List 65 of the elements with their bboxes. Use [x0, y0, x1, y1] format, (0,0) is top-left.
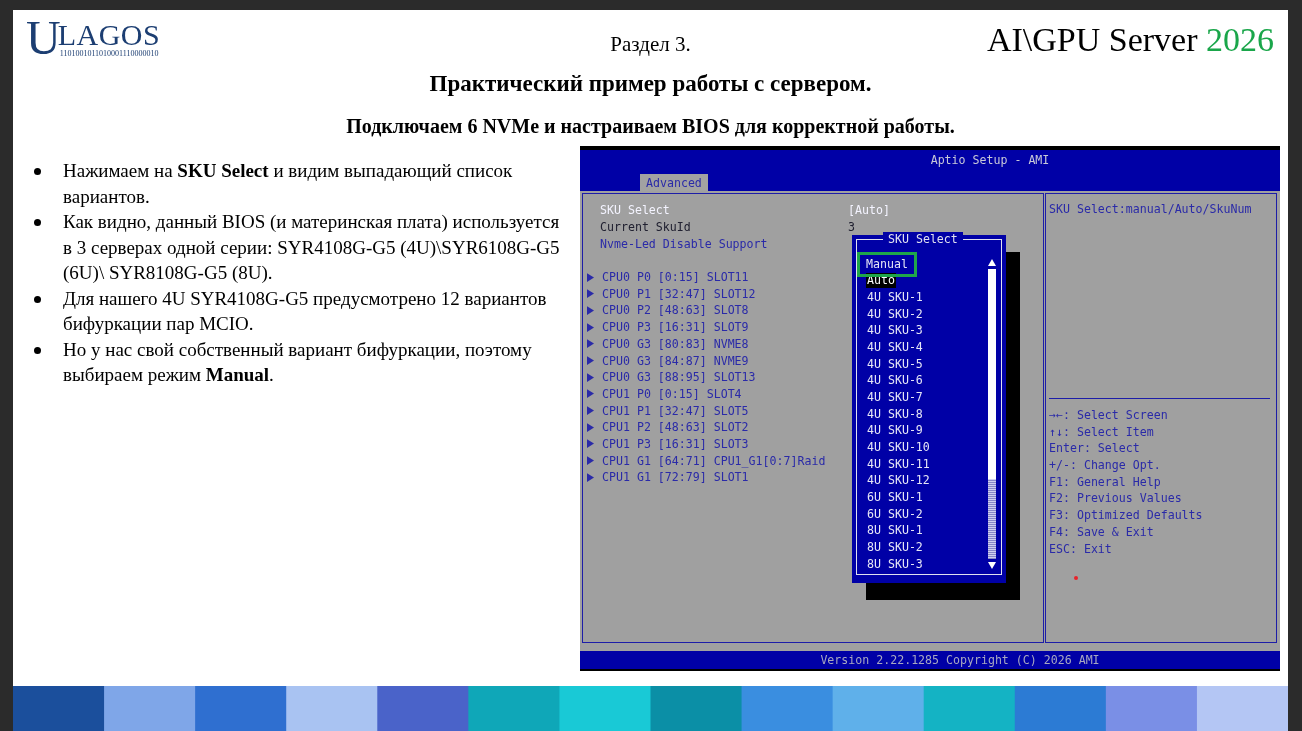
- dropdown-option[interactable]: 4U SKU-11: [866, 456, 931, 472]
- dropdown-option[interactable]: 4U SKU-4: [866, 340, 924, 356]
- dot-mark: [1074, 576, 1078, 580]
- dropdown-option[interactable]: Manual: [857, 251, 917, 277]
- bullet-icon: [34, 346, 41, 354]
- key-hint: →←: Select Screen: [1049, 407, 1169, 424]
- key-hint: F1: General Help: [1049, 473, 1162, 491]
- scrollbar[interactable]: [988, 258, 996, 570]
- menu-item[interactable]: CPU0 P2 [48:63] SLOT8: [602, 303, 850, 318]
- dropdown-option[interactable]: 4U SKU-10: [866, 440, 931, 456]
- setting-value: 3: [848, 220, 855, 235]
- dropdown-option[interactable]: 4U SKU-6: [866, 373, 924, 389]
- scroll-down-icon[interactable]: [988, 562, 996, 570]
- bullet-icon: [34, 219, 41, 226]
- dropdown-option[interactable]: 4U SKU-5: [866, 356, 924, 372]
- bios-footer: Version 2.22.1285 Copyright (C) 2026 AMI: [580, 651, 1280, 669]
- menu-item[interactable]: CPU1 P2 [48:63] SLOT2: [602, 420, 850, 435]
- dropdown-option[interactable]: 4U SKU-3: [866, 323, 924, 339]
- setting-label: Current SkuId: [600, 220, 692, 235]
- menu-item[interactable]: CPU0 G3 [84:87] NVME9: [602, 353, 850, 368]
- menu-item[interactable]: CPU1 G1 [64:71] CPU1_G1[0:7]Raid: [602, 453, 850, 468]
- dropdown-option[interactable]: 4U SKU-2: [866, 306, 924, 322]
- dropdown-option[interactable]: 4U SKU-7: [866, 390, 924, 406]
- key-hint: ESC: Exit: [1049, 540, 1113, 558]
- menu-item[interactable]: CPU1 P1 [32:47] SLOT5: [602, 403, 850, 418]
- menu-item[interactable]: CPU0 P3 [16:31] SLOT9: [602, 320, 850, 335]
- menu-item[interactable]: CPU0 P1 [32:47] SLOT12: [602, 286, 850, 301]
- dropdown-option[interactable]: 4U SKU-9: [866, 423, 924, 439]
- dropdown-option[interactable]: 8U SKU-1: [866, 523, 924, 539]
- menu-item[interactable]: CPU0 G3 [80:83] NVME8: [602, 336, 850, 351]
- slide-subtitle: Подключаем 6 NVMe и настраиваем BIOS для корректной работы.: [345, 114, 956, 139]
- setting-label[interactable]: Nvme-Led Disable Support: [600, 236, 848, 251]
- series-title: AI\GPU Server 2026: [986, 20, 1274, 60]
- key-hint: F2: Previous Values: [1049, 490, 1183, 508]
- dropdown-option[interactable]: 4U SKU-12: [866, 473, 931, 489]
- key-hint: F4: Save & Exit: [1049, 523, 1155, 541]
- dropdown-option[interactable]: 8U SKU-3: [866, 556, 924, 572]
- key-hint: +/-: Change Opt.: [1049, 457, 1162, 474]
- menu-item[interactable]: CPU0 G3 [88:95] SLOT13: [602, 370, 850, 385]
- bullet-text: Как видно, данный BIOS (и материнская плата) используется в 3 серверах одной серии: SYR4108G-G5 (4U)\SYR6108G-G5 (6U)\ SYR8108G-G5 (8U).: [63, 210, 561, 285]
- menu-item[interactable]: CPU0 P0 [0:15] SLOT11: [602, 270, 850, 285]
- section-label: Раздел 3.: [610, 32, 691, 57]
- dropdown-option[interactable]: 8U SKU-2: [866, 540, 924, 555]
- key-hint: F3: Optimized Defaults: [1049, 507, 1204, 524]
- dropdown-option[interactable]: 6U SKU-2: [866, 506, 924, 522]
- dropdown-option[interactable]: 4U SKU-1: [866, 290, 924, 306]
- bullet-text: Для нашего 4U SYR4108G-G5 предусмотрено 12 вариантов бифуркации пар MCIO.: [63, 286, 548, 336]
- help-text: SKU Select:manual/Auto/SkuNum: [1049, 202, 1270, 399]
- bullet-icon: [34, 295, 41, 303]
- bios-title: Aptio Setup - AMI: [929, 152, 1051, 167]
- menu-item[interactable]: CPU1 P0 [0:15] SLOT4: [602, 386, 850, 401]
- key-hint: Enter: Select: [1049, 440, 1141, 458]
- key-hint: ↑↓: Select Item: [1049, 423, 1155, 441]
- slide-title: Практический пример работы с сервером.: [428, 70, 873, 98]
- bullet-text: Нажимаем на SKU Select и видим выпадающий список вариантов.: [63, 159, 514, 209]
- bullet-icon: [34, 168, 41, 175]
- dropdown-option[interactable]: 6U SKU-1: [866, 490, 924, 505]
- menu-item[interactable]: CPU1 G1 [72:79] SLOT1: [602, 470, 850, 485]
- dropdown-option[interactable]: 4U SKU-8: [866, 406, 924, 422]
- tab[interactable]: Advanced: [640, 174, 708, 191]
- bullet-text: Но у нас свой собственный вариант бифуркации, поэтому выбираем режим Manual.: [63, 337, 533, 387]
- setting-value: [Auto]: [848, 203, 890, 218]
- menu-item[interactable]: CPU1 P3 [16:31] SLOT3: [602, 436, 850, 451]
- scroll-up-icon[interactable]: [988, 258, 996, 266]
- scroll-thumb[interactable]: [988, 269, 996, 479]
